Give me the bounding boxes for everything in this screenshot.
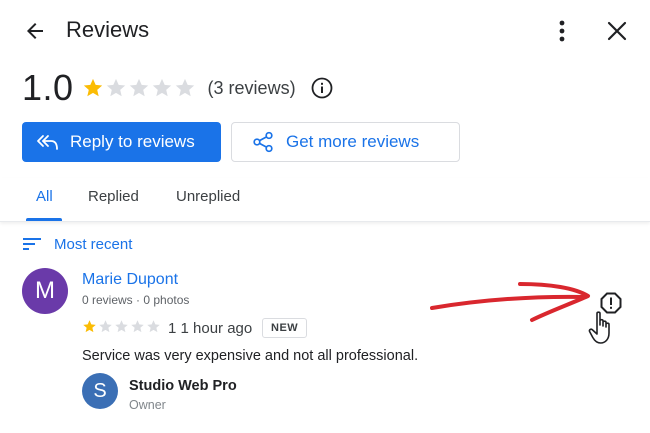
reviewer-avatar[interactable]: M (22, 268, 68, 314)
arrow-left-icon (27, 23, 43, 39)
new-badge: NEW (262, 318, 308, 338)
review-time: 1 1 hour ago (168, 320, 253, 337)
star-filled-icon (83, 320, 96, 333)
star-empty-icon (175, 78, 194, 97)
sort-icon (23, 238, 41, 250)
reviewer-meta: 0 reviews · 0 photos (82, 293, 190, 307)
reviewer-name[interactable]: Marie Dupont (82, 271, 178, 289)
star-empty-icon (131, 320, 144, 333)
get-more-reviews-button[interactable]: Get more reviews (231, 122, 460, 162)
more-vert-icon (559, 20, 565, 42)
tab-unreplied[interactable]: Unreplied (176, 188, 240, 205)
owner-avatar: S (82, 373, 118, 409)
reply-to-reviews-label: Reply to reviews (70, 132, 195, 151)
owner-name: Studio Web Pro (129, 378, 237, 394)
review-stars (82, 319, 161, 334)
review-count: (3 reviews) (207, 77, 296, 98)
tab-replied[interactable]: Replied (88, 188, 139, 205)
app-header: Reviews (0, 0, 650, 62)
tab-all[interactable]: All (36, 188, 53, 205)
report-flag-icon (600, 292, 622, 314)
star-empty-icon (152, 78, 171, 97)
reply-to-reviews-button[interactable]: Reply to reviews (22, 122, 221, 162)
review-text: Service was very expensive and not all p… (82, 348, 419, 364)
star-empty-icon (106, 78, 125, 97)
get-more-reviews-label: Get more reviews (286, 132, 420, 151)
review-item: M Marie Dupont 0 reviews · 0 photos 1 1 … (0, 266, 650, 433)
review-tabs: All Replied Unreplied (0, 178, 650, 222)
rating-summary: 1.0 (3 reviews) (22, 66, 334, 110)
sort-label: Most recent (54, 235, 133, 253)
star-empty-icon (99, 320, 112, 333)
close-button[interactable] (600, 14, 634, 48)
report-review-button[interactable] (597, 289, 625, 317)
back-button[interactable] (18, 14, 52, 48)
info-icon[interactable] (310, 76, 334, 100)
star-filled-icon (83, 78, 102, 97)
reply-all-icon (37, 135, 58, 150)
share-icon (253, 131, 273, 153)
average-rating: 1.0 (22, 67, 74, 108)
close-icon (607, 21, 627, 41)
sort-selector[interactable]: Most recent (22, 232, 132, 256)
more-options-button[interactable] (548, 14, 576, 48)
owner-role: Owner (129, 398, 166, 412)
active-tab-indicator (26, 218, 62, 221)
star-empty-icon (115, 320, 128, 333)
star-empty-icon (147, 320, 160, 333)
page-title: Reviews (66, 17, 150, 42)
rating-stars (82, 77, 196, 99)
star-empty-icon (129, 78, 148, 97)
